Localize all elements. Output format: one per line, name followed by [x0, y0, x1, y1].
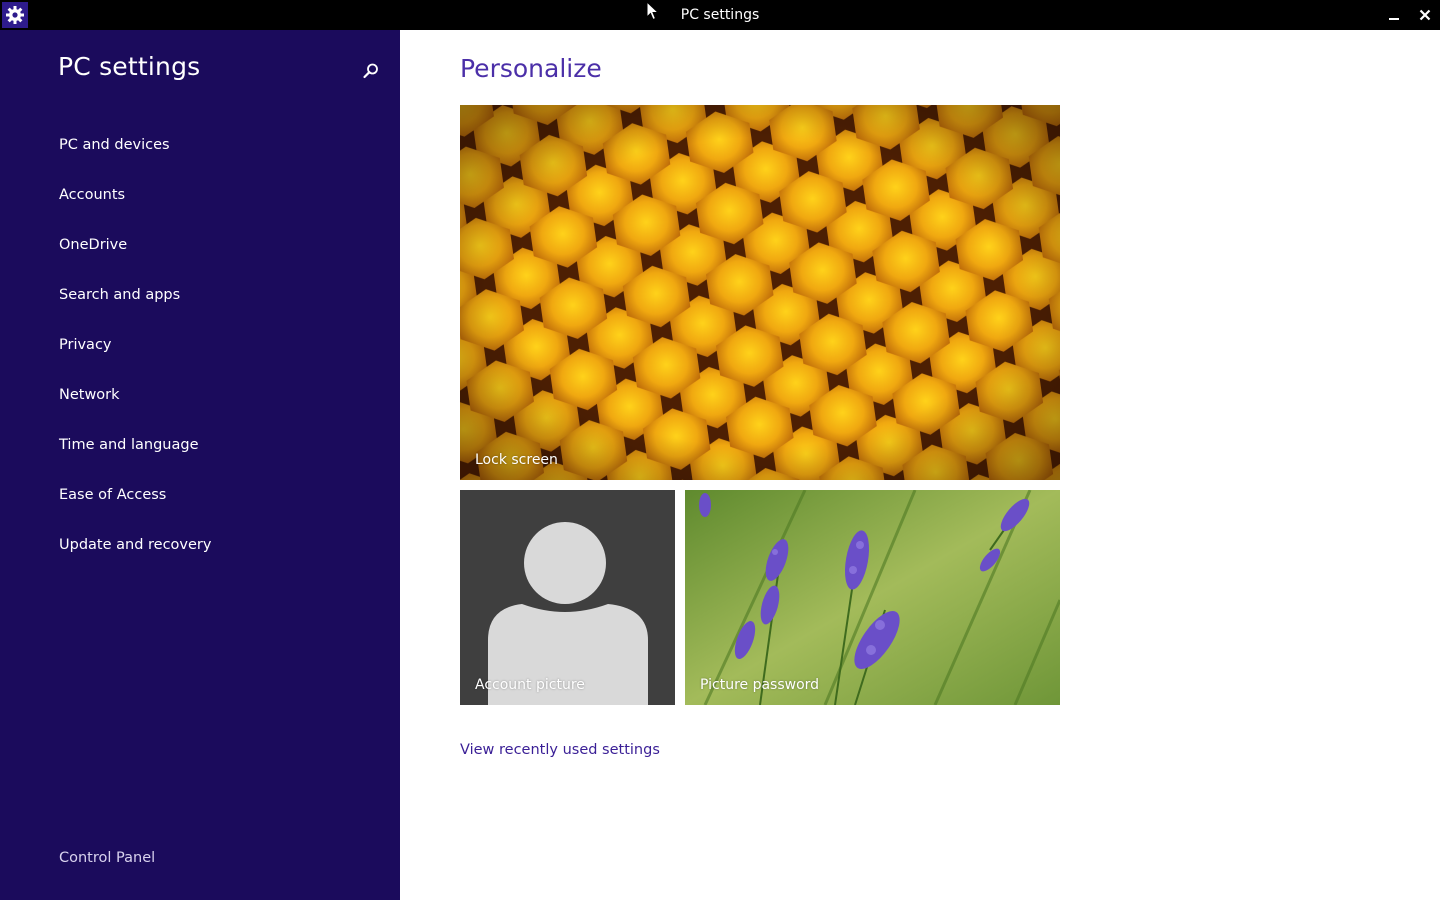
control-panel-link[interactable]: Control Panel	[59, 850, 155, 866]
minimize-button[interactable]	[1379, 0, 1409, 30]
close-icon	[1419, 9, 1431, 21]
honeycomb-image	[460, 105, 1060, 480]
sidebar-item-privacy[interactable]: Privacy	[0, 328, 400, 378]
user-silhouette-icon	[488, 522, 648, 705]
search-button[interactable]	[358, 58, 384, 84]
sidebar-item-update-and-recovery[interactable]: Update and recovery	[0, 528, 400, 578]
search-icon	[363, 63, 378, 79]
account-picture-tile[interactable]: Account picture	[460, 490, 675, 705]
sidebar-item-network[interactable]: Network	[0, 378, 400, 428]
sidebar-item-ease-of-access[interactable]: Ease of Access	[0, 478, 400, 528]
view-recent-settings-link[interactable]: View recently used settings	[460, 742, 660, 758]
sidebar-item-pc-and-devices[interactable]: PC and devices	[0, 128, 400, 178]
lavender-image	[685, 490, 1060, 705]
close-button[interactable]	[1410, 0, 1440, 30]
window-title: PC settings	[680, 7, 760, 23]
minimize-icon	[1389, 18, 1399, 20]
picture-password-label: Picture password	[700, 677, 820, 693]
title-bar: PC settings	[0, 0, 1440, 30]
sidebar-item-time-and-language[interactable]: Time and language	[0, 428, 400, 478]
account-picture-label: Account picture	[475, 677, 585, 693]
sidebar-nav: PC and devices Accounts OneDrive Search …	[0, 128, 400, 578]
page-title: Personalize	[460, 54, 602, 83]
mouse-cursor-icon	[646, 1, 660, 21]
main-content: Personalize Lock screen Account picture …	[400, 30, 1440, 900]
sidebar-item-search-and-apps[interactable]: Search and apps	[0, 278, 400, 328]
sidebar: PC settings PC and devices Accounts OneD…	[0, 30, 400, 900]
picture-password-tile[interactable]: Picture password	[685, 490, 1060, 705]
sidebar-item-onedrive[interactable]: OneDrive	[0, 228, 400, 278]
lock-screen-tile[interactable]: Lock screen	[460, 105, 1060, 480]
sidebar-title: PC settings	[58, 52, 201, 81]
sidebar-item-accounts[interactable]: Accounts	[0, 178, 400, 228]
lock-screen-label: Lock screen	[475, 452, 558, 468]
